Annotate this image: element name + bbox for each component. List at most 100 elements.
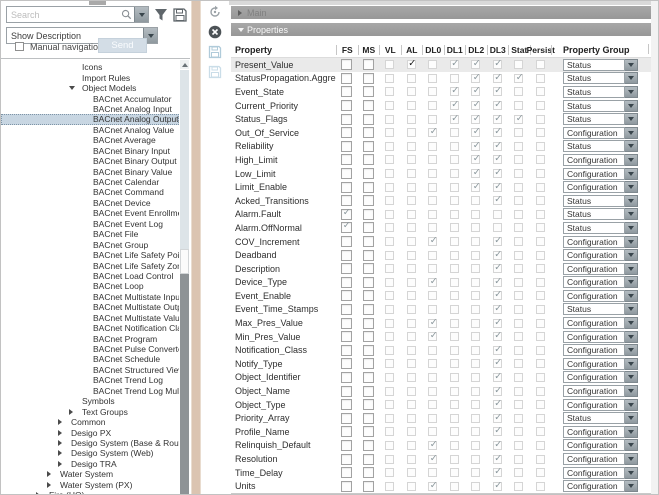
property-group-select[interactable]: Configuration: [563, 371, 638, 383]
property-group-value[interactable]: Status: [563, 208, 625, 220]
checkbox-dl2[interactable]: [471, 400, 480, 409]
checkbox-dl2[interactable]: [471, 346, 480, 355]
checkbox-dl0[interactable]: [428, 142, 437, 151]
dropdown-arrow-icon[interactable]: [625, 181, 638, 193]
checkbox-dl3-checked[interactable]: [493, 115, 502, 124]
checkbox-persist[interactable]: [536, 468, 545, 477]
property-group-value[interactable]: Configuration: [563, 371, 625, 383]
dropdown-arrow-icon[interactable]: [625, 467, 638, 479]
checkbox-ms[interactable]: [363, 195, 374, 206]
checkbox-al[interactable]: [407, 196, 416, 205]
checkbox-persist[interactable]: [536, 359, 545, 368]
dropdown-arrow-icon[interactable]: [625, 154, 638, 166]
dropdown-arrow-icon[interactable]: [625, 276, 638, 288]
property-group-select[interactable]: Configuration: [563, 453, 638, 465]
checkbox-al[interactable]: [407, 441, 416, 450]
checkbox-vl[interactable]: [385, 74, 394, 83]
property-group-select[interactable]: Configuration: [563, 426, 638, 438]
checkbox-ms[interactable]: [363, 277, 374, 288]
checkbox-stat[interactable]: [514, 291, 523, 300]
checkbox-al[interactable]: [407, 305, 416, 314]
checkbox-dl3-checked[interactable]: [493, 482, 502, 491]
checkbox-persist[interactable]: [536, 223, 545, 232]
checkbox-dl3-checked[interactable]: [493, 169, 502, 178]
checkbox-persist[interactable]: [536, 128, 545, 137]
checkbox-ms[interactable]: [363, 154, 374, 165]
checkbox-al[interactable]: [407, 169, 416, 178]
checkbox-dl2[interactable]: [471, 482, 480, 491]
checkbox-vl[interactable]: [385, 468, 394, 477]
checkbox-dl2[interactable]: [471, 414, 480, 423]
property-group-select[interactable]: Status: [563, 222, 638, 234]
checkbox-fs[interactable]: [341, 358, 352, 369]
checkbox-dl1[interactable]: [450, 468, 459, 477]
checkbox-dl0-checked[interactable]: [428, 332, 437, 341]
tree-item[interactable]: BACnet Analog Input: [1, 104, 179, 114]
checkbox-persist[interactable]: [536, 155, 545, 164]
checkbox-stat[interactable]: [514, 142, 523, 151]
tree-item[interactable]: BACnet Group: [1, 239, 179, 249]
scrollbar-track-lower[interactable]: [180, 274, 189, 495]
save-icon[interactable]: [172, 7, 188, 23]
checkbox-dl0-checked[interactable]: [428, 237, 437, 246]
dropdown-arrow-icon[interactable]: [625, 59, 638, 71]
checkbox-stat[interactable]: [514, 319, 523, 328]
checkbox-dl1[interactable]: [450, 373, 459, 382]
property-group-select[interactable]: Configuration: [563, 358, 638, 370]
property-group-value[interactable]: Status: [563, 72, 625, 84]
checkbox-dl2[interactable]: [471, 237, 480, 246]
checkbox-dl3-checked[interactable]: [493, 101, 502, 110]
checkbox-dl1[interactable]: [450, 210, 459, 219]
checkbox-vl[interactable]: [385, 87, 394, 96]
checkbox-dl3-checked[interactable]: [493, 414, 502, 423]
property-group-value[interactable]: Configuration: [563, 263, 625, 275]
checkbox-dl1[interactable]: [450, 319, 459, 328]
checkbox-dl3-checked[interactable]: [493, 359, 502, 368]
checkbox-vl[interactable]: [385, 142, 394, 151]
checkbox-al[interactable]: [407, 387, 416, 396]
checkbox-ms[interactable]: [363, 386, 374, 397]
checkbox-dl0[interactable]: [428, 155, 437, 164]
checkbox-persist[interactable]: [536, 414, 545, 423]
checkbox-stat[interactable]: [514, 264, 523, 273]
checkbox-al[interactable]: [407, 237, 416, 246]
checkbox-al[interactable]: [407, 155, 416, 164]
property-group-value[interactable]: Configuration: [563, 127, 625, 139]
section-properties[interactable]: Properties: [231, 23, 651, 36]
manual-navigation-checkbox[interactable]: [15, 42, 24, 51]
property-group-value[interactable]: Status: [563, 86, 625, 98]
checkbox-persist[interactable]: [536, 305, 545, 314]
checkbox-ms[interactable]: [363, 426, 374, 437]
checkbox-al[interactable]: [407, 414, 416, 423]
checkbox-dl0-checked[interactable]: [428, 441, 437, 450]
property-group-select[interactable]: Status: [563, 303, 638, 315]
dropdown-arrow-icon[interactable]: [625, 399, 638, 411]
checkbox-dl3-checked[interactable]: [493, 400, 502, 409]
tree-item[interactable]: BACnet Life Safety Point: [1, 250, 179, 260]
checkbox-stat[interactable]: [514, 332, 523, 341]
checkbox-stat-checked[interactable]: [514, 74, 523, 83]
checkbox-fs-checked[interactable]: [341, 209, 352, 220]
tree-item[interactable]: Common: [1, 417, 179, 427]
tree-item[interactable]: BACnet Average: [1, 135, 179, 145]
checkbox-stat[interactable]: [514, 155, 523, 164]
checkbox-al[interactable]: [407, 468, 416, 477]
expand-icon[interactable]: [58, 440, 69, 446]
property-group-value[interactable]: Status: [563, 222, 625, 234]
checkbox-fs[interactable]: [341, 399, 352, 410]
checkbox-persist[interactable]: [536, 183, 545, 192]
tree-item[interactable]: BACnet Loop: [1, 281, 179, 291]
checkbox-ms[interactable]: [363, 127, 374, 138]
checkbox-dl1[interactable]: [450, 332, 459, 341]
checkbox-dl3-checked[interactable]: [493, 427, 502, 436]
tree-item[interactable]: BACnet Load Control: [1, 271, 179, 281]
scrollbar-track-upper[interactable]: [180, 70, 189, 249]
checkbox-ms[interactable]: [363, 141, 374, 152]
dropdown-arrow-icon[interactable]: [625, 100, 638, 112]
search-input[interactable]: [7, 10, 121, 20]
tree-item[interactable]: Fire (HQ): [1, 490, 179, 495]
checkbox-ms[interactable]: [363, 481, 374, 492]
property-group-value[interactable]: Status: [563, 195, 625, 207]
property-group-value[interactable]: Configuration: [563, 439, 625, 451]
checkbox-persist[interactable]: [536, 482, 545, 491]
